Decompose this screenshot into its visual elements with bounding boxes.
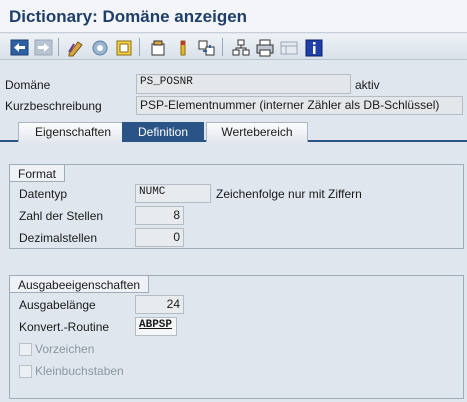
activate-icon[interactable] [147,37,167,57]
toolbar-separator [222,38,223,56]
datatype-field[interactable]: NUMC [135,184,211,203]
conversion-routine-field[interactable]: ABPSP [135,317,177,336]
tab-definition[interactable]: Definition [122,122,204,142]
decimals-field[interactable]: 0 [135,228,184,247]
check-icon[interactable] [113,37,133,57]
domain-label: Domäne [5,78,51,92]
layout-icon[interactable] [278,37,298,57]
output-properties-title: Ausgabeeigenschaften [9,275,150,293]
lowercase-checkbox[interactable] [19,365,32,378]
short-description-field[interactable]: PSP-Elementnummer (interner Zähler als D… [136,96,463,115]
where-used-icon[interactable] [172,37,192,57]
length-label: Zahl der Stellen [19,209,104,223]
hierarchy-icon[interactable] [230,37,250,57]
domain-status: aktiv [355,78,380,92]
other-object-icon[interactable] [89,37,109,57]
forward-arrow-icon[interactable] [33,37,53,57]
back-arrow-icon[interactable] [9,37,29,57]
tab-strip: Eigenschaften Definition Wertebereich [0,120,467,142]
format-group: Format Datentyp NUMC Zeichenfolge nur mi… [9,164,464,249]
display-change-icon[interactable] [65,37,85,57]
info-icon[interactable] [303,37,323,57]
print-icon[interactable] [254,37,274,57]
datatype-description: Zeichenfolge nur mit Ziffern [216,187,362,201]
length-field[interactable]: 8 [135,206,184,225]
output-properties-group: Ausgabeeigenschaften Ausgabelänge 24 Kon… [9,275,464,399]
object-list-icon[interactable] [196,37,216,57]
toolbar-separator [139,38,140,56]
conversion-routine-label: Konvert.-Routine [19,320,110,334]
decimals-label: Dezimalstellen [19,231,98,245]
output-length-field[interactable]: 24 [135,295,184,314]
sign-checkbox[interactable] [19,343,32,356]
tab-eigenschaften[interactable]: Eigenschaften [18,122,128,142]
datatype-label: Datentyp [19,187,68,201]
sign-checkbox-label: Vorzeichen [35,342,95,356]
application-toolbar [0,34,467,60]
output-length-label: Ausgabelänge [19,298,96,312]
window-title: Dictionary: Domäne anzeigen [9,7,248,26]
title-bar: Dictionary: Domäne anzeigen [0,0,467,33]
definition-panel: Format Datentyp NUMC Zeichenfolge nur mi… [0,143,467,402]
domain-name-field[interactable]: PS_POSNR [136,74,351,94]
short-description-label: Kurzbeschreibung [5,99,102,113]
format-group-title: Format [9,164,66,182]
toolbar-separator [58,38,59,56]
tab-wertebereich[interactable]: Wertebereich [206,122,308,142]
lowercase-checkbox-label: Kleinbuchstaben [35,364,124,378]
